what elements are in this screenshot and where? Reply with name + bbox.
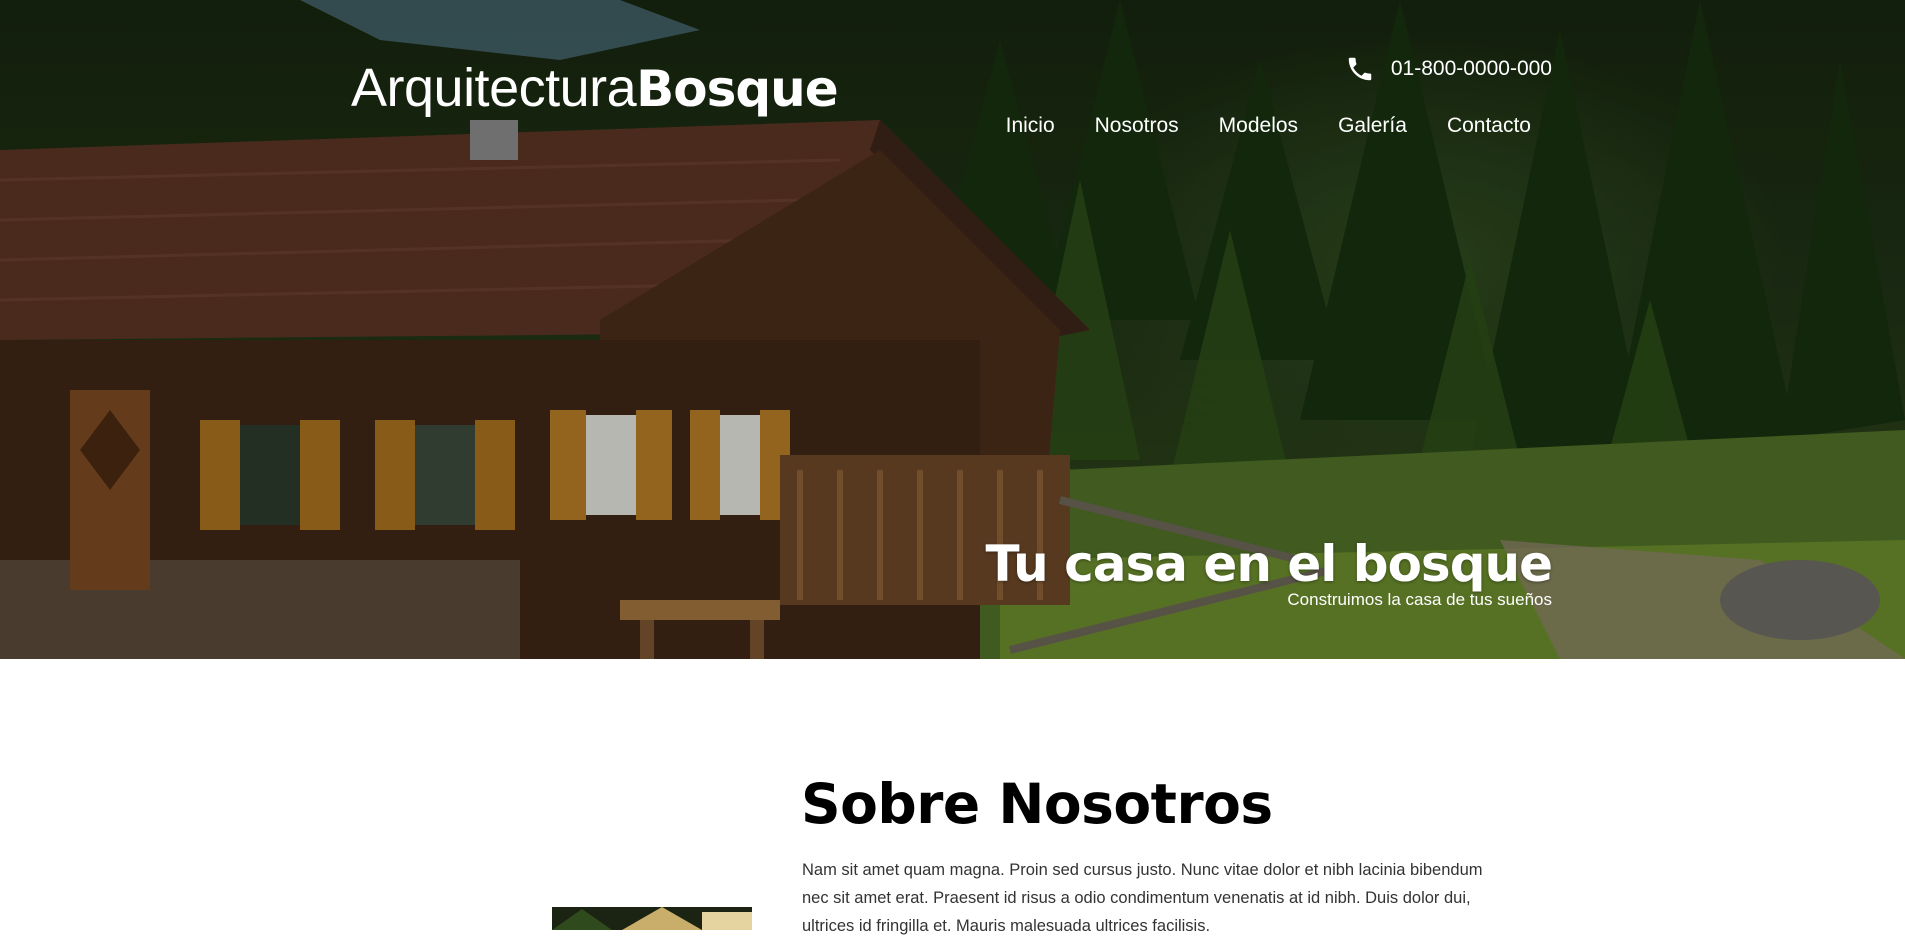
nav-item-inicio[interactable]: Inicio [1006,114,1055,138]
hero-overlay [0,0,1905,659]
phone-number: 01-800-0000-000 [1390,57,1552,80]
hero-banner: ArquitecturaBosque 01-800-0000-000 Inici… [0,0,1905,659]
about-image [552,907,752,930]
nav-item-modelos[interactable]: Modelos [1219,114,1298,138]
phone-icon [1348,57,1372,81]
main-nav: Inicio Nosotros Modelos Galería Contacto [1006,114,1531,138]
nav-item-galeria[interactable]: Galería [1338,114,1407,138]
about-title: Sobre Nosotros [801,772,1273,836]
site-logo[interactable]: ArquitecturaBosque [351,58,839,119]
nav-item-nosotros[interactable]: Nosotros [1095,114,1179,138]
logo-text-bold: Bosque [636,60,839,118]
about-text: Nam sit amet quam magna. Proin sed cursu… [802,861,1483,935]
header-phone[interactable]: 01-800-0000-000 [1345,54,1552,84]
hero-subtitle: Construimos la casa de tus sueños [1287,590,1552,609]
hero-title: Tu casa en el bosque [985,535,1553,593]
about-image-graphic [552,907,752,930]
logo-text-light: Arquitectura [351,58,637,118]
hero-tagline: Tu casa en el bosque Construimos la casa… [985,535,1553,610]
nav-item-contacto[interactable]: Contacto [1447,114,1531,138]
